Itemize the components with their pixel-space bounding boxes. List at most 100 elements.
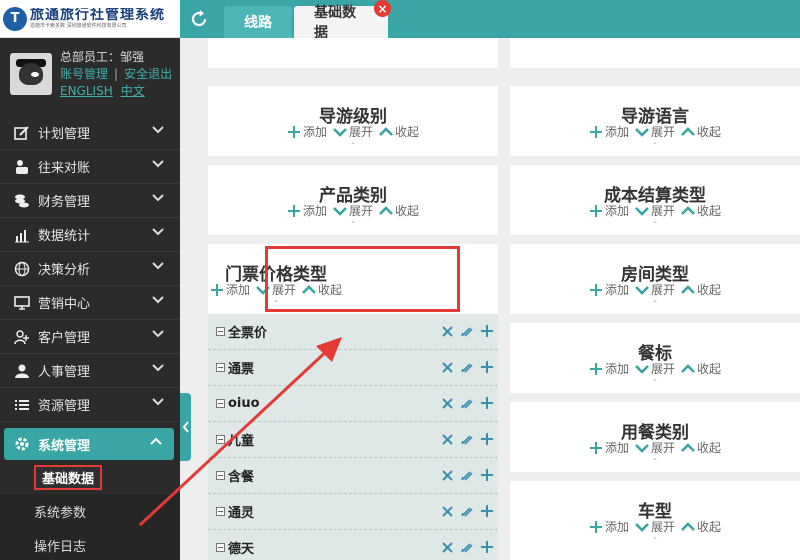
logo-mark: T <box>3 6 27 31</box>
sidebar-item-reconciliation[interactable]: 往来对账 <box>0 150 180 184</box>
add-button[interactable]: 添加 <box>589 281 629 298</box>
sidebar-item-label: 营销中心 <box>38 297 91 312</box>
submenu-item-basic-data[interactable]: 基础数据 <box>0 460 180 494</box>
chevron-up-icon <box>379 125 393 139</box>
sidebar-item-label: 人事管理 <box>38 365 91 380</box>
delete-icon[interactable] <box>440 432 454 446</box>
collapse-box-icon[interactable]: − <box>216 435 225 444</box>
collapse-button[interactable]: 收起 <box>681 518 721 535</box>
plus-icon <box>287 204 301 218</box>
add-button[interactable]: 添加 <box>210 281 250 298</box>
sidebar-item-decision[interactable]: 决策分析 <box>0 252 180 286</box>
collapse-button[interactable]: 收起 <box>681 281 721 298</box>
add-button[interactable]: 添加 <box>589 439 629 456</box>
add-child-icon[interactable] <box>480 432 494 446</box>
list-item[interactable]: − 全票价 <box>208 314 498 350</box>
edit-icon[interactable] <box>460 396 474 410</box>
sidebar-item-system[interactable]: 系统管理 <box>4 428 174 460</box>
tab-routes[interactable]: 线路 <box>224 6 292 38</box>
list-item[interactable]: − 儿童 <box>208 422 498 458</box>
collapse-button[interactable]: 收起 <box>681 360 721 377</box>
chevron-down-icon <box>152 228 164 236</box>
edit-icon[interactable] <box>460 432 474 446</box>
edit-icon[interactable] <box>460 324 474 338</box>
app-title: 旅通旅行社管理系统 <box>30 8 165 23</box>
add-child-icon[interactable] <box>480 324 494 338</box>
avatar <box>10 53 52 95</box>
chevron-down-icon <box>152 398 164 406</box>
edit-icon[interactable] <box>460 504 474 518</box>
list-item[interactable]: − 通灵 <box>208 494 498 530</box>
add-child-icon[interactable] <box>480 540 494 554</box>
lang-chinese-link[interactable]: 中文 <box>121 84 145 98</box>
submenu-item-system-params[interactable]: 系统参数 <box>0 494 180 528</box>
tab-close-button[interactable]: × <box>374 0 391 17</box>
add-button[interactable]: 添加 <box>589 202 629 219</box>
add-child-icon[interactable] <box>480 468 494 482</box>
chevron-down-icon <box>152 330 164 338</box>
list-item[interactable]: − 含餐 <box>208 458 498 494</box>
list-item-label: 通灵 <box>228 506 255 521</box>
account-management-link[interactable]: 账号管理 <box>60 67 108 81</box>
card-dash: - <box>653 533 657 544</box>
delete-icon[interactable] <box>440 360 454 374</box>
plus-icon <box>589 441 603 455</box>
logo: T 旅通旅行社管理系统 恩施市卡索多数 深圳旅通软件科技有限公司 <box>0 0 180 38</box>
delete-icon[interactable] <box>440 504 454 518</box>
edit-icon[interactable] <box>460 360 474 374</box>
chevron-up-icon <box>681 362 695 376</box>
collapse-box-icon[interactable]: − <box>216 507 225 516</box>
edit-icon[interactable] <box>460 468 474 482</box>
delete-icon[interactable] <box>440 396 454 410</box>
sidebar-item-marketing[interactable]: 营销中心 <box>0 286 180 320</box>
add-child-icon[interactable] <box>480 360 494 374</box>
chevron-up-icon <box>681 520 695 534</box>
collapse-box-icon[interactable]: − <box>216 399 225 408</box>
add-button[interactable]: 添加 <box>287 123 327 140</box>
sidebar-item-hr[interactable]: 人事管理 <box>0 354 180 388</box>
collapse-box-icon[interactable]: − <box>216 543 225 552</box>
add-button[interactable]: 添加 <box>589 518 629 535</box>
add-child-icon[interactable] <box>480 396 494 410</box>
add-child-icon[interactable] <box>480 504 494 518</box>
refresh-button[interactable] <box>180 0 218 38</box>
sidebar-item-statistics[interactable]: 数据统计 <box>0 218 180 252</box>
add-button[interactable]: 添加 <box>589 360 629 377</box>
delete-icon[interactable] <box>440 324 454 338</box>
sidebar-menu: 计划管理 往来对账 财务管理 数据统计 决策分析 营销中心 客户管理 人事管理 … <box>0 116 180 560</box>
sidebar: T 旅通旅行社管理系统 恩施市卡索多数 深圳旅通软件科技有限公司 总部员工：邹强… <box>0 0 180 560</box>
plus-icon <box>589 362 603 376</box>
collapse-box-icon[interactable]: − <box>216 471 225 480</box>
collapse-button[interactable]: 收起 <box>681 123 721 140</box>
collapse-button[interactable]: 收起 <box>379 202 419 219</box>
submenu-item-operation-log[interactable]: 操作日志 <box>0 528 180 560</box>
delete-icon[interactable] <box>440 468 454 482</box>
chevron-down-icon <box>152 126 164 134</box>
logout-link[interactable]: 安全退出 <box>124 67 172 81</box>
collapse-button[interactable]: 收起 <box>681 439 721 456</box>
collapse-button[interactable]: 收起 <box>681 202 721 219</box>
sidebar-item-plan[interactable]: 计划管理 <box>0 116 180 150</box>
sidebar-item-resources[interactable]: 资源管理 <box>0 388 180 422</box>
add-button[interactable]: 添加 <box>287 202 327 219</box>
gear-icon <box>12 435 32 453</box>
list-item[interactable]: − oiuo <box>208 386 498 422</box>
list-item[interactable]: − 通票 <box>208 350 498 386</box>
plus-icon <box>210 283 224 297</box>
sidebar-item-finance[interactable]: 财务管理 <box>0 184 180 218</box>
card-dash: - <box>653 138 657 149</box>
main-content: 地接社类别添加展开收起-餐厅类型添加展开收起-导游级别添加展开收起-导游语言添加… <box>192 38 800 560</box>
sidebar-item-customers[interactable]: 客户管理 <box>0 320 180 354</box>
add-button[interactable]: 添加 <box>589 123 629 140</box>
collapse-box-icon[interactable]: − <box>216 363 225 372</box>
list-item[interactable]: − 德天 <box>208 530 498 560</box>
sidebar-collapse-handle[interactable] <box>180 393 191 461</box>
edit-icon[interactable] <box>460 540 474 554</box>
lang-english-link[interactable]: ENGLISH <box>60 84 113 98</box>
sidebar-item-label: 计划管理 <box>38 127 91 142</box>
card-meal-standard: 餐标 添加 展开 收起 - <box>510 323 800 393</box>
collapse-button[interactable]: 收起 <box>379 123 419 140</box>
collapse-box-icon[interactable]: − <box>216 327 225 336</box>
list-item-label: 通票 <box>228 362 255 377</box>
delete-icon[interactable] <box>440 540 454 554</box>
